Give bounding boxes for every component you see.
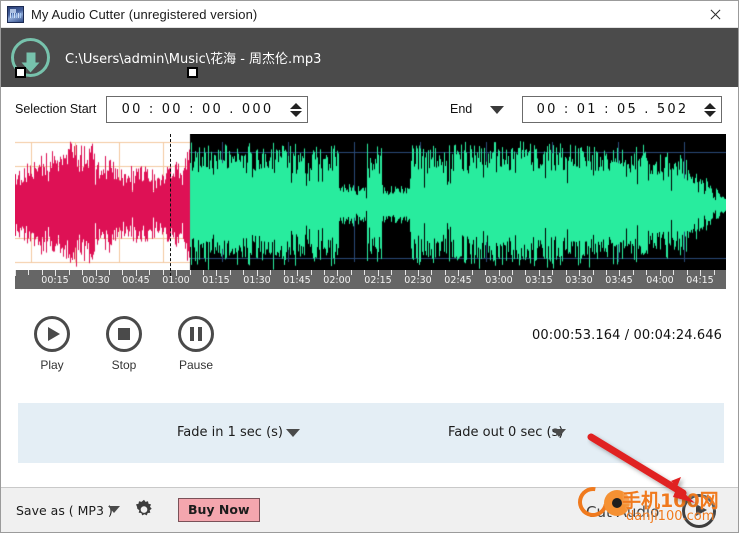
triangle-up-icon[interactable]: [290, 102, 302, 109]
selection-end-value: 00 : 01 : 05 . 502: [536, 102, 689, 117]
pause-icon: [190, 327, 202, 341]
waveform-display[interactable]: [15, 134, 726, 276]
time-readout: 00:00:53.164 / 00:04:24.646: [531, 328, 722, 343]
ruler-label: 01:30: [243, 275, 271, 286]
ruler-label: 03:30: [565, 275, 593, 286]
selection-end-input[interactable]: 00 : 01 : 05 . 502: [522, 96, 722, 123]
waveform-canvas[interactable]: [15, 134, 726, 276]
selection-row: Selection Start 00 : 00 : 00 . 000 End 0…: [1, 87, 738, 134]
chevron-down-icon-end[interactable]: [490, 106, 504, 114]
ruler-label: 04:00: [646, 275, 674, 286]
stop-button[interactable]: [106, 316, 142, 352]
save-as-label[interactable]: Save as ( MP3 ): [16, 503, 113, 518]
play-icon: [48, 327, 60, 341]
ruler-tick: [593, 270, 594, 275]
ruler-label: 01:15: [202, 275, 230, 286]
ruler-label: 00:15: [41, 275, 69, 286]
app-window: My Audio Cutter (unregistered version) C…: [0, 0, 739, 533]
close-icon: [709, 8, 722, 21]
ruler-label: 01:00: [162, 275, 190, 286]
pause-button[interactable]: [178, 316, 214, 352]
ruler-label: 02:00: [323, 275, 351, 286]
ruler-label: 03:00: [485, 275, 513, 286]
ruler-label: 03:45: [605, 275, 633, 286]
buy-now-button[interactable]: Buy Now: [178, 498, 260, 522]
ruler-label: 01:45: [283, 275, 311, 286]
play-button[interactable]: [34, 316, 70, 352]
selection-start-label: Selection Start: [15, 102, 97, 116]
ruler-tick: [351, 270, 352, 275]
ruler-label: 03:15: [525, 275, 553, 286]
ruler-label: 02:45: [444, 275, 472, 286]
triangle-down-icon[interactable]: [290, 110, 302, 117]
fade-in-dropdown-icon[interactable]: [286, 429, 300, 437]
file-path-label: C:\Users\admin\Music\花海 - 周杰伦.mp3: [65, 52, 322, 67]
audio-wave-icon: [7, 5, 24, 23]
pause-label: Pause: [178, 358, 214, 372]
ruler-tick: [714, 270, 715, 275]
file-bar: C:\Users\admin\Music\花海 - 周杰伦.mp3: [1, 28, 738, 87]
transport-controls: Play Stop Pause 00:00:53.164 / 00:04:24.…: [1, 301, 738, 381]
save-as-dropdown-icon[interactable]: [108, 506, 120, 513]
ruler-label: 02:15: [364, 275, 392, 286]
close-button[interactable]: [693, 1, 738, 27]
selection-start-input[interactable]: 00 : 00 : 00 . 000: [106, 96, 308, 123]
cut-audio-button[interactable]: Cut Audio: [586, 490, 726, 532]
ruler-label: 02:30: [404, 275, 432, 286]
triangle-up-icon[interactable]: [704, 102, 716, 109]
ruler-label: 00:45: [122, 275, 150, 286]
ruler-tick: [190, 270, 191, 275]
selection-handle-right[interactable]: [187, 67, 198, 78]
selection-end-stepper[interactable]: [699, 97, 721, 122]
bottom-bar: Save as ( MP3 ) Buy Now Cut Audio: [1, 487, 738, 532]
download-arrow-shape: [21, 52, 39, 72]
fade-out-label[interactable]: Fade out 0 sec (s): [448, 425, 563, 440]
stop-icon: [118, 328, 130, 340]
fade-panel: Fade in 1 sec (s) Fade out 0 sec (s): [18, 403, 724, 463]
ruler-label: 00:30: [82, 275, 110, 286]
selection-start-value: 00 : 00 : 00 . 000: [121, 102, 274, 117]
ruler-tick: [230, 270, 231, 275]
ruler-tick: [633, 270, 634, 275]
ruler-tick: [15, 270, 16, 276]
ruler-tick: [69, 270, 70, 275]
window-title: My Audio Cutter (unregistered version): [31, 6, 258, 22]
playhead-marker[interactable]: [170, 134, 171, 276]
gear-icon[interactable]: [133, 499, 155, 521]
cut-audio-label: Cut Audio: [586, 503, 660, 521]
stop-label: Stop: [111, 358, 137, 372]
play-circle-icon[interactable]: [682, 494, 716, 528]
selection-handle-left[interactable]: [15, 67, 26, 78]
title-bar: My Audio Cutter (unregistered version): [1, 1, 738, 28]
ruler-tick: [472, 270, 473, 275]
selection-end-label: End: [450, 102, 473, 116]
ruler-label: 04:15: [686, 275, 714, 286]
ruler-tick: [311, 270, 312, 275]
triangle-down-icon[interactable]: [704, 110, 716, 117]
fade-in-label[interactable]: Fade in 1 sec (s): [177, 425, 283, 440]
ruler-tick: [28, 270, 29, 275]
selection-start-stepper[interactable]: [285, 97, 307, 122]
fade-out-dropdown-icon[interactable]: [552, 429, 566, 437]
time-ruler[interactable]: 00:15 00:30 00:45 01:00 01:15 01:30 01:45 02:00…: [15, 270, 726, 289]
play-label: Play: [40, 358, 64, 372]
